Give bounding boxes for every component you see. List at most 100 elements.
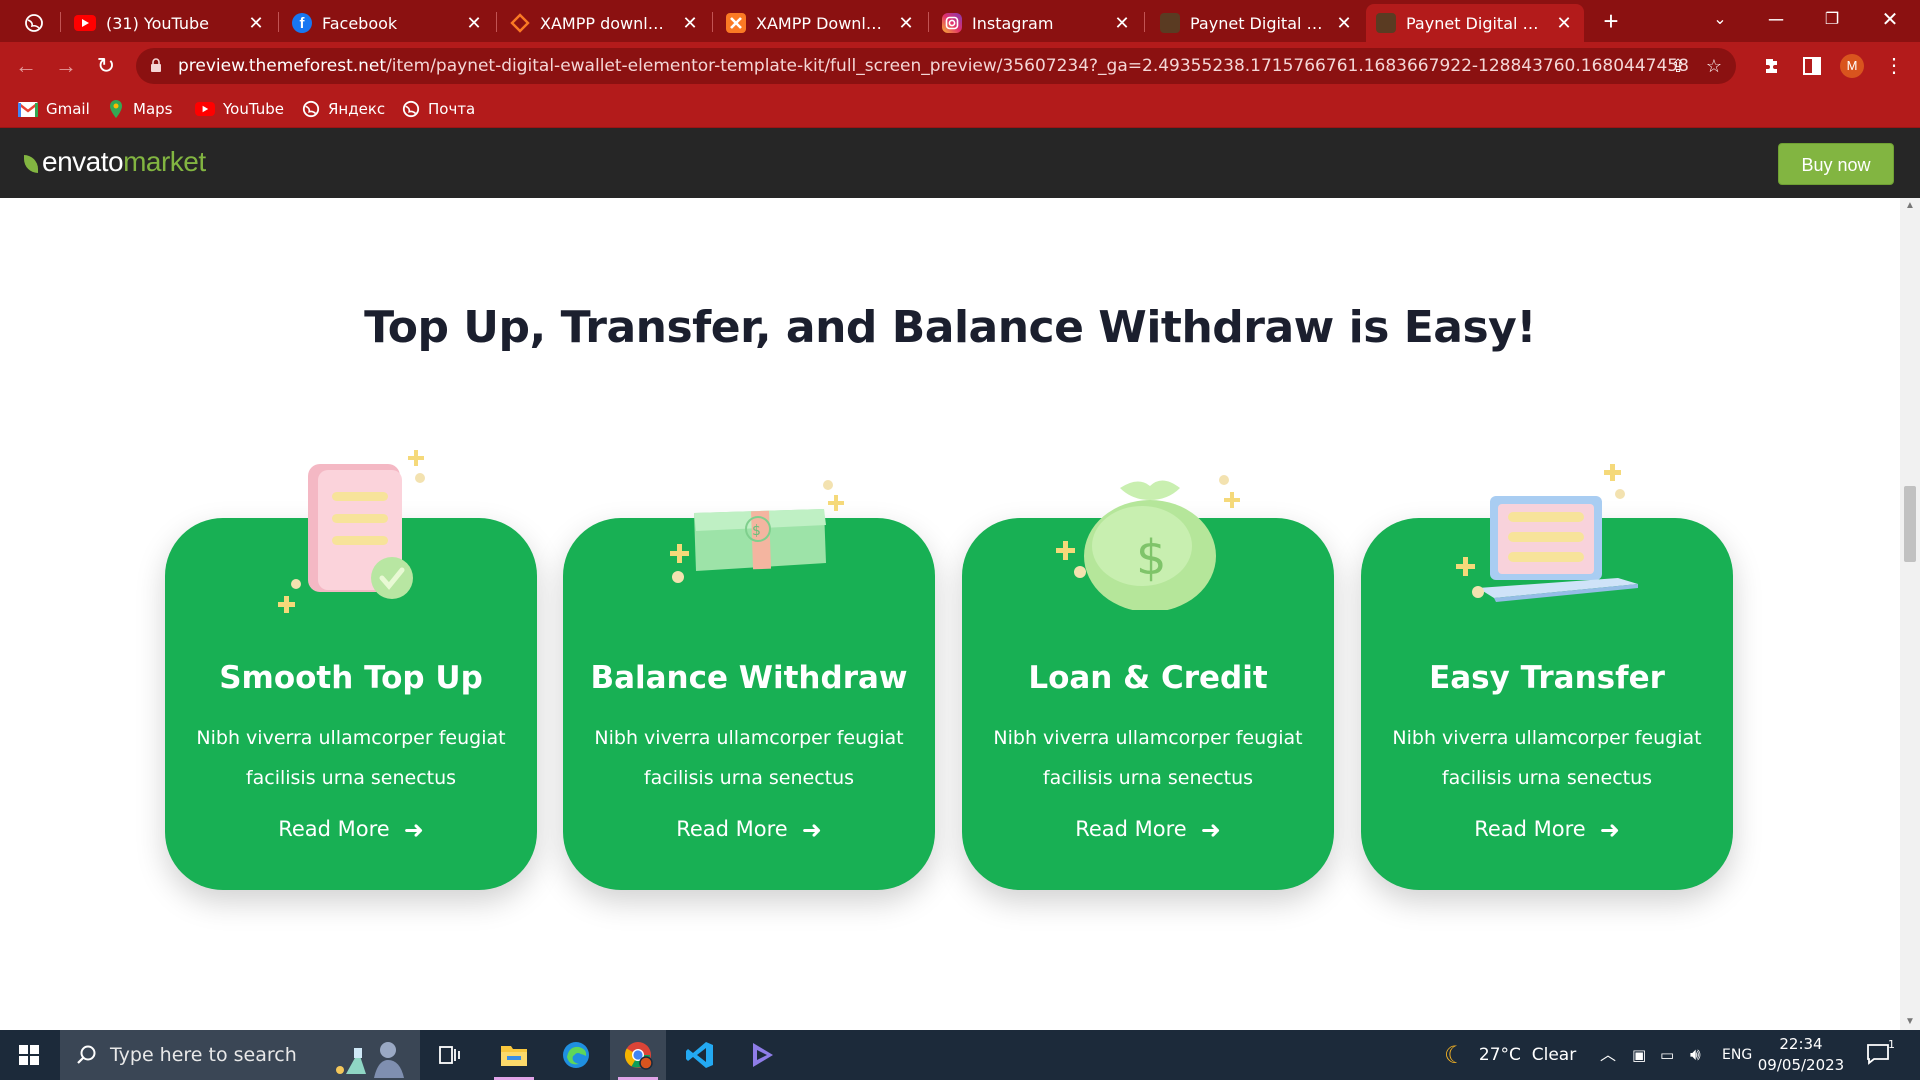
edge-icon[interactable]: [548, 1030, 604, 1080]
page-scrollbar[interactable]: ▲ ▼: [1900, 198, 1920, 1030]
app-purple-icon[interactable]: [734, 1030, 790, 1080]
paynet-icon: [1376, 13, 1396, 33]
card-description: Nibh viverra ullamcorper feugiat facilis…: [594, 727, 904, 789]
extensions-icon[interactable]: [1756, 50, 1788, 82]
tab-xampp-1[interactable]: XAMPP download | S ✕: [500, 4, 710, 42]
file-explorer-icon[interactable]: [486, 1030, 542, 1080]
new-tab-button[interactable]: +: [1596, 6, 1626, 36]
laptop-icon: [1456, 464, 1638, 602]
document-check-icon: [278, 450, 425, 613]
bookmark-gmail[interactable]: Gmail: [18, 98, 90, 120]
youtube-icon: [74, 15, 96, 31]
svg-text:$: $: [1136, 530, 1167, 586]
bookmarks-bar: Gmail Maps YouTube Яндекс Почта: [0, 90, 1920, 128]
scroll-down-icon[interactable]: ▼: [1900, 1014, 1920, 1030]
read-more-link[interactable]: Read More ➜: [165, 816, 537, 844]
tab-title: XAMPP download | S: [540, 13, 672, 33]
bookmark-star-icon[interactable]: ☆: [1702, 54, 1726, 78]
volume-icon[interactable]: 🔊︎: [1690, 1030, 1701, 1080]
tab-title: XAMPP Download S: [756, 13, 888, 33]
card-title: Smooth Top Up: [219, 660, 483, 696]
close-tab-icon[interactable]: ✕: [1112, 13, 1132, 34]
scroll-up-icon[interactable]: ▲: [1900, 198, 1920, 214]
arrow-right-icon: ➜: [801, 816, 822, 844]
start-button[interactable]: [0, 1030, 58, 1080]
world-icon: [24, 13, 44, 33]
scroll-thumb[interactable]: [1904, 486, 1916, 562]
share-icon[interactable]: ⇪: [1666, 54, 1690, 78]
facebook-icon: f: [292, 13, 312, 33]
notifications-icon[interactable]: 1: [1866, 1030, 1906, 1080]
read-more-link[interactable]: Read More ➜: [1361, 816, 1733, 844]
maps-icon: [107, 100, 125, 118]
side-panel-icon[interactable]: [1796, 50, 1828, 82]
close-tab-icon[interactable]: ✕: [680, 13, 700, 34]
card-description: Nibh viverra ullamcorper feugiat facilis…: [993, 727, 1303, 789]
card-title: Easy Transfer: [1429, 660, 1665, 696]
vscode-icon[interactable]: [672, 1030, 728, 1080]
envato-logo[interactable]: envatomarket: [24, 146, 206, 178]
xampp-icon: [726, 13, 746, 33]
tab-youtube[interactable]: (31) YouTube ✕: [64, 4, 276, 42]
battery-icon[interactable]: ▭: [1660, 1030, 1674, 1080]
search-icon: [77, 1045, 96, 1064]
close-tab-icon[interactable]: ✕: [464, 13, 484, 34]
browser-tab-strip: (31) YouTube ✕ f Facebook ✕ XAMPP downlo…: [0, 0, 1920, 42]
language-indicator[interactable]: ENG: [1722, 1030, 1752, 1080]
section-heading: Top Up, Transfer, and Balance Withdraw i…: [364, 302, 1536, 353]
tab-search-icon[interactable]: ⌄: [1692, 0, 1748, 42]
tab-title: Instagram: [972, 13, 1054, 33]
bookmark-youtube[interactable]: YouTube: [195, 98, 284, 120]
world-icon: [402, 100, 420, 118]
money-bag-icon: $: [1056, 475, 1240, 610]
menu-kebab-icon[interactable]: ⋮: [1878, 50, 1910, 82]
close-tab-icon[interactable]: ✕: [1554, 13, 1574, 34]
meet-now-icon[interactable]: ▣: [1632, 1030, 1646, 1080]
read-more-link[interactable]: Read More ➜: [962, 816, 1334, 844]
tab-world[interactable]: [14, 4, 58, 42]
chrome-icon[interactable]: [610, 1030, 666, 1080]
bookmark-yandex[interactable]: Яндекс: [302, 98, 385, 120]
taskbar-search[interactable]: Type here to search: [60, 1030, 420, 1080]
back-icon[interactable]: ←: [10, 50, 42, 82]
tab-paynet-active[interactable]: Paynet Digital E-wall ✕: [1366, 4, 1584, 42]
close-tab-icon[interactable]: ✕: [896, 13, 916, 34]
search-highlight-illustration: [336, 1042, 404, 1078]
card-description: Nibh viverra ullamcorper feugiat facilis…: [1392, 727, 1702, 789]
tab-instagram[interactable]: Instagram ✕: [932, 4, 1142, 42]
arrow-right-icon: ➜: [1200, 816, 1221, 844]
card-title: Balance Withdraw: [590, 660, 908, 696]
task-view-icon[interactable]: [422, 1030, 478, 1080]
cash-stack-icon: $: [670, 480, 844, 583]
close-tab-icon[interactable]: ✕: [1334, 13, 1354, 34]
read-more-link[interactable]: Read More ➜: [563, 816, 935, 844]
paynet-icon: [1160, 13, 1180, 33]
weather-widget[interactable]: ☾ 27°C Clear: [1444, 1030, 1576, 1080]
tab-title: Paynet Digital E-wall: [1406, 13, 1546, 33]
close-window-icon[interactable]: ✕: [1862, 0, 1918, 42]
close-tab-icon[interactable]: ✕: [246, 13, 266, 34]
tab-paynet-1[interactable]: Paynet Digital E-wall ✕: [1150, 4, 1364, 42]
bookmark-pochta[interactable]: Почта: [402, 98, 475, 120]
tab-xampp-2[interactable]: XAMPP Download S ✕: [716, 4, 926, 42]
world-icon: [302, 100, 320, 118]
buy-now-button[interactable]: Buy now: [1778, 143, 1894, 185]
tab-title: Facebook: [322, 13, 398, 33]
reload-icon[interactable]: ↻: [90, 50, 122, 82]
moon-icon: ☾: [1444, 1041, 1466, 1069]
instagram-icon: [942, 13, 962, 33]
preview-content: Top Up, Transfer, and Balance Withdraw i…: [0, 198, 1900, 1030]
envato-leaf-icon: [24, 155, 38, 173]
xampp-icon: [510, 13, 530, 33]
tab-facebook[interactable]: f Facebook ✕: [282, 4, 494, 42]
address-bar[interactable]: preview.themeforest.net/item/paynet-digi…: [136, 48, 1736, 84]
forward-icon[interactable]: →: [50, 50, 82, 82]
clock[interactable]: 22:34 09/05/2023: [1756, 1034, 1846, 1076]
gmail-icon: [18, 101, 38, 117]
tray-overflow-icon[interactable]: ︿: [1600, 1030, 1616, 1080]
restore-icon[interactable]: ❐: [1804, 0, 1860, 42]
bookmark-maps[interactable]: Maps: [107, 98, 172, 120]
minimize-icon[interactable]: ─: [1748, 0, 1804, 42]
svg-text:$: $: [752, 523, 761, 539]
profile-avatar[interactable]: M: [1840, 54, 1864, 78]
